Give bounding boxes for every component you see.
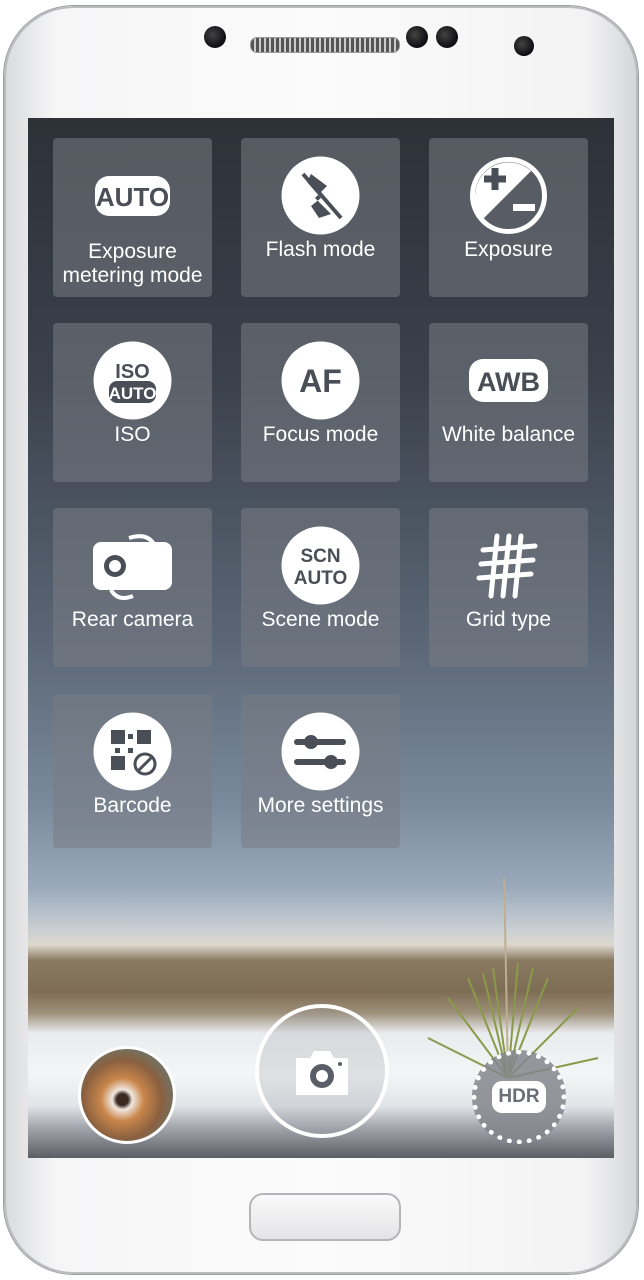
af-icon: AF	[281, 341, 360, 420]
svg-text:AUTO: AUTO	[294, 568, 347, 589]
grid-icon	[476, 533, 538, 599]
earpiece-speaker	[250, 37, 400, 53]
tile-label: Exposure metering mode	[62, 240, 203, 287]
camera-viewfinder[interactable]: AUTO Exposure metering mode Flash mode Ex…	[28, 118, 614, 1158]
tile-label: Exposure	[464, 238, 553, 261]
svg-text:AUTO: AUTO	[109, 384, 157, 403]
tile-label: Scene mode	[261, 608, 380, 631]
tile-white-balance[interactable]: AWB White balance	[429, 323, 588, 482]
tile-barcode[interactable]: Barcode	[53, 694, 212, 848]
front-sensor-icon	[204, 26, 226, 48]
light-sensor-icon	[436, 26, 458, 48]
awb-icon: AWB	[469, 359, 548, 402]
tile-grid-type[interactable]: Grid type	[429, 508, 588, 667]
front-camera-icon	[514, 36, 534, 56]
tile-flash-mode[interactable]: Flash mode	[241, 138, 400, 297]
tile-exposure[interactable]: Exposure	[429, 138, 588, 297]
tile-focus-mode[interactable]: AF Focus mode	[241, 323, 400, 482]
hdr-button[interactable]: HDR	[472, 1050, 566, 1144]
scene-auto-icon: SCNAUTO	[281, 526, 360, 605]
tile-label: Focus mode	[262, 423, 379, 446]
tile-more-settings[interactable]: More settings	[241, 694, 400, 848]
svg-text:SCN: SCN	[300, 546, 340, 567]
sliders-icon	[281, 712, 360, 791]
shutter-button[interactable]	[255, 1004, 389, 1138]
exposure-plus-minus-icon	[470, 157, 547, 234]
proximity-sensor-icon	[406, 26, 428, 48]
svg-text:ISO: ISO	[115, 361, 149, 383]
iso-auto-icon: ISOAUTO	[93, 341, 172, 420]
tile-rear-camera[interactable]: Rear camera	[53, 508, 212, 667]
home-button[interactable]	[249, 1193, 401, 1241]
svg-text:AUTO: AUTO	[96, 182, 169, 212]
flash-off-icon	[281, 156, 360, 235]
hdr-badge: HDR	[492, 1081, 546, 1113]
tile-label: Rear camera	[71, 608, 194, 631]
tile-label: Grid type	[465, 608, 552, 631]
tile-label: ISO	[114, 423, 151, 446]
tile-label: White balance	[441, 423, 576, 446]
switch-camera-icon	[93, 534, 172, 600]
tile-exposure-metering-mode[interactable]: AUTO Exposure metering mode	[53, 138, 212, 297]
svg-text:AWB: AWB	[477, 367, 540, 397]
svg-text:AF: AF	[299, 363, 342, 399]
tile-label: Barcode	[93, 794, 172, 817]
tile-label: More settings	[257, 794, 384, 817]
barcode-icon	[93, 712, 172, 791]
auto-metering-icon: AUTO	[95, 176, 170, 216]
tile-iso[interactable]: ISO AUTO ISO	[53, 323, 212, 482]
camera-icon	[296, 1051, 348, 1095]
tile-scene-mode[interactable]: SCN AUTO Scene mode	[241, 508, 400, 667]
gallery-thumbnail-button[interactable]	[78, 1046, 176, 1144]
tile-label: Flash mode	[265, 238, 376, 261]
